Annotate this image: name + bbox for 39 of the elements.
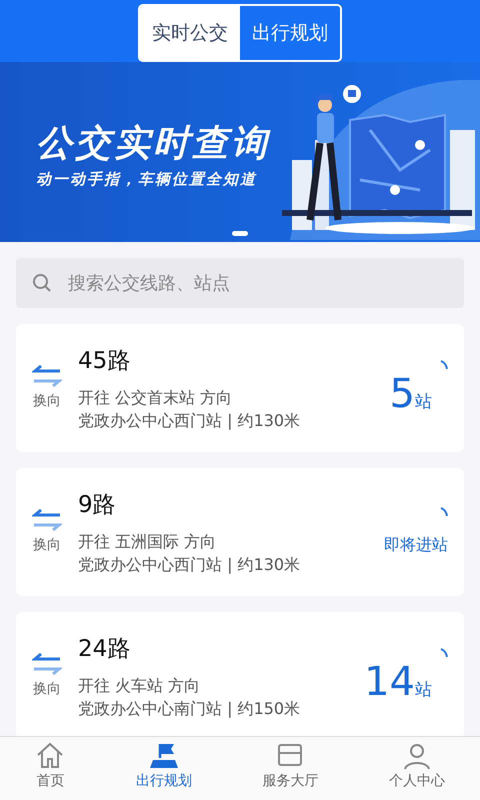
swap-icon[interactable] [32, 508, 62, 530]
flag-icon [148, 741, 179, 771]
stop-count: 14 [364, 662, 415, 702]
loading-icon [440, 507, 448, 517]
nav-tab[interactable]: 出行规划 [100, 737, 227, 800]
search-field[interactable]: 搜索公交线路、站点 [16, 258, 464, 308]
switch-label[interactable]: 换向 [33, 390, 61, 412]
arrival-status: 即将进站 [384, 535, 448, 554]
station-distance: 党政办公中心南门站 | 约150米 [78, 698, 302, 720]
search-placeholder: 搜索公交线路、站点 [68, 272, 230, 296]
search-icon [32, 273, 52, 293]
person-icon [402, 741, 432, 771]
nav-tab[interactable]: 个人中心 [354, 737, 480, 800]
direction-text: 开往 公交首末站 方向 [78, 387, 234, 410]
route-name: 45路 [78, 346, 132, 376]
stop-unit: 站 [415, 679, 432, 702]
nav-tab[interactable]: 首页 [0, 737, 100, 800]
switch-label[interactable]: 换向 [33, 678, 61, 700]
stop-count: 5 [390, 374, 415, 414]
home-icon [35, 741, 66, 771]
nav-tab[interactable]: 服务大厅 [227, 737, 354, 800]
tab[interactable]: 实时公交 [140, 6, 240, 60]
swap-icon[interactable] [32, 652, 62, 674]
route-name: 24路 [78, 634, 132, 664]
banner-title: 公交实时查询 [36, 126, 270, 162]
banner-subtitle: 动一动手指，车辆位置全知道 [36, 169, 257, 190]
station-distance: 党政办公中心西门站 | 约130米 [78, 410, 302, 432]
stop-unit: 站 [415, 391, 432, 414]
loading-icon [440, 648, 448, 658]
route-card[interactable]: 换向 45路 开往 公交首末站 方向 党政办公中心西门站 | 约130米 5 站 [16, 324, 464, 452]
swap-icon[interactable] [32, 364, 62, 386]
switch-label[interactable]: 换向 [33, 534, 61, 556]
page-indicator[interactable] [232, 231, 248, 236]
loading-icon [440, 360, 448, 370]
direction-text: 开往 火车站 方向 [78, 675, 202, 698]
route-name: 9路 [78, 490, 117, 520]
direction-text: 开往 五洲国际 方向 [78, 531, 218, 554]
station-distance: 党政办公中心西门站 | 约130米 [78, 554, 302, 576]
route-card[interactable]: 换向 9路 开往 五洲国际 方向 党政办公中心西门站 | 约130米 即将进站 [16, 468, 464, 596]
